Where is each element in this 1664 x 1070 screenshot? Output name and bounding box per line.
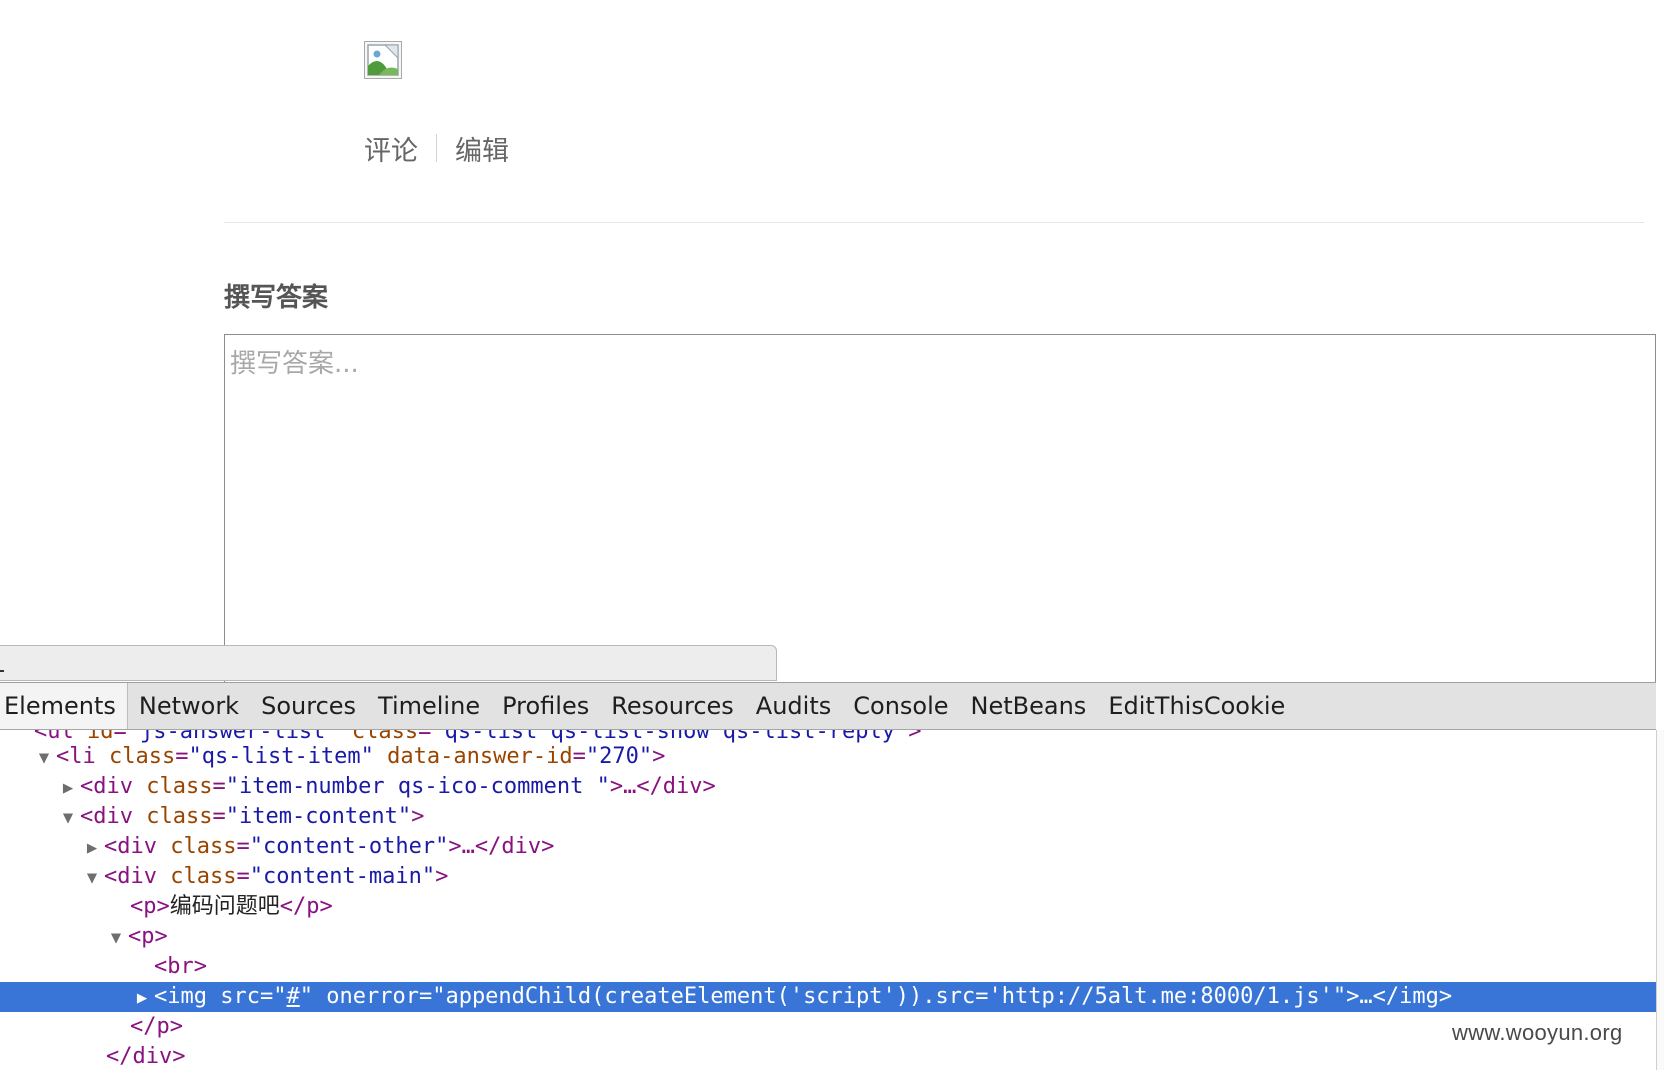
drawer-tick-mark: [0, 670, 4, 672]
dom-attr-value-link[interactable]: #: [286, 984, 299, 1009]
dom-tag: <p>: [128, 924, 168, 949]
dom-attr-name: class: [170, 864, 237, 889]
section-divider: [224, 222, 1644, 223]
dom-row[interactable]: ▼ <div class="item-content">: [0, 802, 1656, 832]
broken-image-glyph: [367, 44, 399, 76]
tab-console[interactable]: Console: [842, 683, 959, 729]
dom-tag: >…</div>: [448, 834, 555, 859]
dom-attr-name: onerror: [326, 984, 419, 1009]
tab-profiles[interactable]: Profiles: [491, 683, 600, 729]
dom-equals: =: [418, 984, 433, 1009]
dom-row[interactable]: </div>: [0, 1042, 1656, 1070]
dom-attr-value: "item-number qs-ico-comment ": [225, 774, 610, 799]
answer-actions: 评论 编辑: [364, 128, 509, 168]
dom-attr-value: "270": [585, 744, 653, 769]
edit-link[interactable]: 编辑: [455, 129, 509, 168]
devtools-tabbar: Elements Network Sources Timeline Profil…: [0, 682, 1656, 730]
dom-attr-value: "qs-list-item": [188, 744, 374, 769]
dom-attr-name: class: [146, 804, 213, 829]
dom-row[interactable]: <p>编码问题吧</p>: [0, 892, 1656, 922]
devtools-sidebar-edge[interactable]: [1656, 730, 1664, 1070]
dom-equals: =: [259, 984, 274, 1009]
dom-row[interactable]: <br>: [0, 952, 1656, 982]
dom-attr-value: "content-other": [249, 834, 449, 859]
dom-tag: <li: [56, 744, 96, 769]
collapsed-triangle-icon[interactable]: ▶: [56, 773, 80, 803]
dom-tag: >…</img>: [1346, 984, 1453, 1009]
dom-tag: >: [411, 804, 425, 829]
dom-attr-value-quote: ": [273, 984, 287, 1009]
answer-textarea[interactable]: [224, 334, 1656, 694]
dom-tag: <img: [154, 984, 207, 1009]
dom-attr-name: src: [220, 984, 260, 1009]
dom-attr-value: "content-main": [249, 864, 436, 889]
watermark-text: www.wooyun.org: [1452, 1020, 1623, 1045]
dom-row[interactable]: ▼ <div class="content-main">: [0, 862, 1656, 892]
tab-resources[interactable]: Resources: [600, 683, 745, 729]
dom-attr-value: "item-content": [225, 804, 412, 829]
dom-tag: </p>: [130, 1014, 183, 1039]
dom-tag: <div: [104, 864, 157, 889]
dom-tag: <div: [104, 834, 157, 859]
tab-editthiscookie[interactable]: EditThisCookie: [1097, 683, 1296, 729]
tab-timeline[interactable]: Timeline: [367, 683, 491, 729]
action-separator: [436, 134, 437, 162]
dom-text-node: 编码问题吧: [169, 894, 280, 919]
expanded-triangle-icon[interactable]: ▼: [56, 803, 80, 833]
dom-row[interactable]: ▼ <li class="qs-list-item" data-answer-id…: [0, 742, 1656, 772]
dom-attr-value: "appendChild(createElement('script')).sr…: [432, 984, 1347, 1009]
tab-elements[interactable]: Elements: [0, 683, 128, 729]
dom-equals: =: [236, 834, 250, 859]
devtools-panel: Elements Network Sources Timeline Profil…: [0, 682, 1664, 1070]
dom-tag: </p>: [279, 894, 333, 919]
dom-attr-name: class: [170, 834, 237, 859]
dom-tag: <p>: [130, 894, 170, 919]
elements-dom-tree: <ul id="js-answer-list" class="qs-list q…: [0, 730, 1656, 1070]
dom-tag: <br>: [154, 954, 207, 979]
dom-equals: =: [572, 744, 586, 769]
expanded-triangle-icon[interactable]: ▼: [104, 923, 128, 953]
dom-row[interactable]: ▶ <div class="content-other">…</div>: [0, 832, 1656, 862]
dom-row[interactable]: ▼ <p>: [0, 922, 1656, 952]
broken-image-icon: [364, 41, 402, 79]
dom-equals: =: [236, 864, 250, 889]
dom-equals: =: [212, 804, 226, 829]
dom-tag: <div: [80, 804, 133, 829]
tab-netbeans[interactable]: NetBeans: [960, 683, 1098, 729]
dom-row[interactable]: ▶ <div class="item-number qs-ico-comment …: [0, 772, 1656, 802]
tab-sources[interactable]: Sources: [250, 683, 367, 729]
dom-attr-name: class: [146, 774, 213, 799]
write-answer-heading: 撰写答案: [224, 283, 329, 313]
dom-equals: =: [175, 744, 189, 769]
dom-row-selected[interactable]: ▶ <img src="#" onerror="appendChild(creat…: [0, 982, 1656, 1012]
dom-attr-name: data-answer-id: [387, 744, 573, 769]
dom-tag: >…</div>: [609, 774, 716, 799]
dom-equals: =: [212, 774, 226, 799]
screenshot-root: 评论 编辑 撰写答案 Elements Network Sources Time…: [0, 0, 1664, 1070]
collapsed-triangle-icon[interactable]: ▶: [80, 833, 104, 863]
expanded-triangle-icon[interactable]: ▼: [80, 863, 104, 893]
dom-tag: >: [652, 744, 666, 769]
devtools-drawer-handle[interactable]: [0, 645, 777, 681]
tab-network[interactable]: Network: [128, 683, 250, 729]
expanded-triangle-icon[interactable]: ▼: [32, 743, 56, 773]
comment-link[interactable]: 评论: [364, 129, 418, 168]
collapsed-triangle-icon[interactable]: ▶: [130, 983, 154, 1013]
tab-audits[interactable]: Audits: [745, 683, 842, 729]
dom-row[interactable]: </p>: [0, 1012, 1656, 1042]
dom-tag: <div: [80, 774, 133, 799]
dom-attr-value-quote: ": [299, 984, 313, 1009]
dom-tag: </div>: [106, 1044, 186, 1069]
dom-tag: >: [435, 864, 449, 889]
dom-attr-name: class: [109, 744, 176, 769]
